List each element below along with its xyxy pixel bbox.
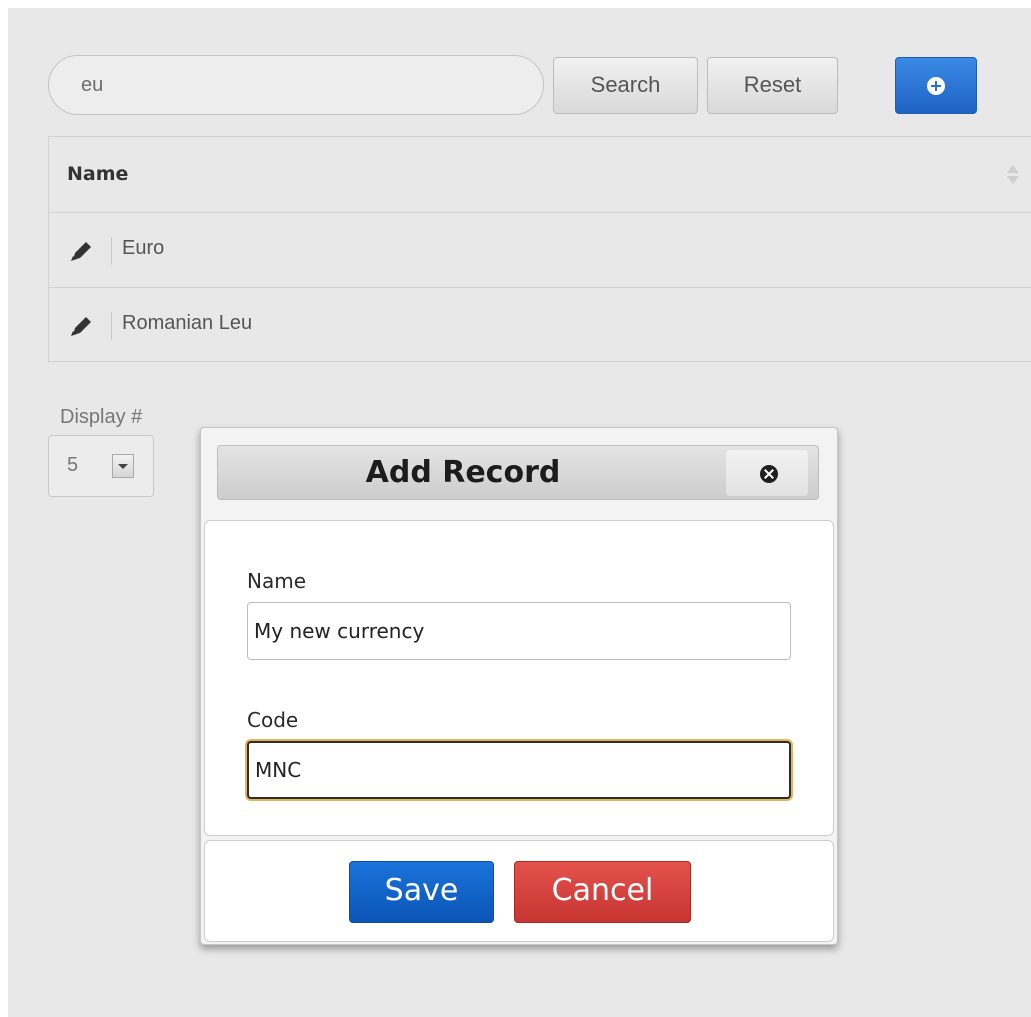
save-button[interactable]: Save: [349, 861, 494, 923]
reset-button[interactable]: Reset: [707, 57, 838, 114]
cell-divider: [111, 237, 112, 265]
plus-circle-icon: [927, 76, 945, 95]
page-size-value: 5: [67, 454, 79, 476]
page: Search Reset Name Euro Romanian Leu Di: [0, 0, 1031, 1017]
add-record-button[interactable]: [895, 57, 977, 114]
cell-divider: [111, 312, 112, 340]
table-header[interactable]: Name: [49, 137, 1031, 213]
pencil-icon[interactable]: [69, 240, 95, 262]
pencil-icon[interactable]: [69, 315, 95, 337]
table-row: Euro: [49, 213, 1031, 288]
column-header-name: Name: [67, 163, 129, 185]
sort-icon[interactable]: [1007, 163, 1019, 187]
add-record-dialog: Add Record Name Code Save Cancel: [200, 427, 838, 945]
cancel-button[interactable]: Cancel: [514, 861, 691, 923]
dialog-title: Add Record: [365, 455, 561, 490]
code-label: Code: [247, 708, 299, 732]
dialog-body: Name Code: [204, 520, 834, 836]
name-label: Name: [247, 569, 307, 593]
records-table: Name Euro Romanian Leu: [48, 136, 1031, 362]
close-icon: [760, 465, 778, 483]
code-field[interactable]: [247, 741, 791, 799]
close-button[interactable]: [726, 450, 808, 496]
display-count-label: Display #: [60, 406, 143, 428]
search-input[interactable]: [48, 55, 544, 115]
table-row: Romanian Leu: [49, 288, 1031, 362]
cell-name: Euro: [122, 237, 165, 259]
name-field[interactable]: [247, 602, 791, 660]
page-size-select[interactable]: 5: [48, 435, 154, 497]
search-button[interactable]: Search: [553, 57, 698, 114]
dialog-footer: Save Cancel: [204, 840, 834, 942]
chevron-down-icon[interactable]: [112, 454, 134, 478]
cell-name: Romanian Leu: [122, 312, 253, 334]
dialog-titlebar[interactable]: Add Record: [217, 445, 819, 500]
